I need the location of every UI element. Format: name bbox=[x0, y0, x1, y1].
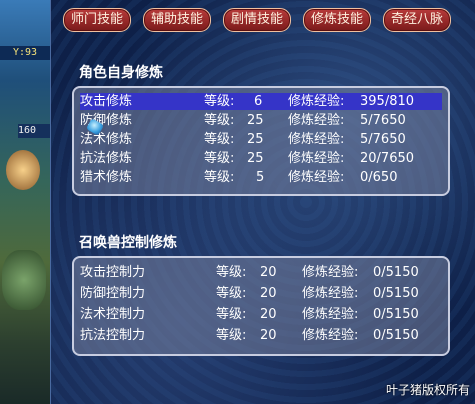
level-value: 20 bbox=[260, 328, 277, 343]
cultivation-name: 抗法控制力 bbox=[80, 328, 146, 343]
level-label: 等级: bbox=[216, 286, 247, 301]
list-item[interactable]: 攻击控制力 等级: 20 修炼经验: 0/5150 bbox=[80, 264, 442, 281]
exp-value: 0/5150 bbox=[373, 265, 419, 280]
tab-story-skills[interactable]: 剧情技能 bbox=[223, 8, 291, 32]
exp-label: 修炼经验: bbox=[288, 132, 345, 147]
tab-school-skills[interactable]: 师门技能 bbox=[63, 8, 131, 32]
exp-value: 20/7650 bbox=[360, 151, 415, 166]
exp-label: 修炼经验: bbox=[288, 151, 345, 166]
cultivation-name: 法术修炼 bbox=[80, 132, 133, 147]
level-label: 等级: bbox=[216, 328, 247, 343]
cultivation-name: 猎术修炼 bbox=[80, 170, 133, 185]
list-item[interactable]: 抗法控制力 等级: 20 修炼经验: 0/5150 bbox=[80, 327, 442, 344]
cultivation-name: 攻击控制力 bbox=[80, 265, 146, 280]
copyright-watermark: 叶子猪版权所有 bbox=[385, 383, 470, 397]
exp-label: 修炼经验: bbox=[288, 170, 345, 185]
list-item[interactable]: 法术控制力 等级: 20 修炼经验: 0/5150 bbox=[80, 306, 442, 323]
exp-label: 修炼经验: bbox=[302, 307, 359, 322]
exp-label: 修炼经验: bbox=[302, 265, 359, 280]
tab-meridian-skills[interactable]: 奇经八脉 bbox=[383, 8, 451, 32]
cultivation-name: 攻击修炼 bbox=[80, 94, 133, 109]
list-item[interactable]: 法术修炼 等级: 25 修炼经验: 5/7650 bbox=[80, 131, 442, 148]
list-item[interactable]: 猎术修炼 等级: 5 修炼经验: 0/650 bbox=[80, 169, 442, 186]
level-value: 6 bbox=[254, 94, 263, 109]
level-label: 等级: bbox=[204, 151, 235, 166]
level-value: 20 bbox=[260, 265, 277, 280]
level-label: 等级: bbox=[216, 307, 247, 322]
tab-cultivation-skills[interactable]: 修炼技能 bbox=[303, 8, 371, 32]
coordinate-label: Y:93 bbox=[0, 46, 50, 60]
level-value: 25 bbox=[247, 132, 264, 147]
list-item[interactable]: 防御控制力 等级: 20 修炼经验: 0/5150 bbox=[80, 285, 442, 302]
list-item[interactable]: 抗法修炼 等级: 25 修炼经验: 20/7650 bbox=[80, 150, 442, 167]
self-cultivation-title: 角色自身修炼 bbox=[79, 65, 163, 81]
pet-cultivation-list: 攻击控制力 等级: 20 修炼经验: 0/5150 防御控制力 等级: 20 修… bbox=[72, 256, 450, 356]
game-scene-strip: Y:93 160 bbox=[0, 0, 50, 404]
level-value: 25 bbox=[247, 113, 264, 128]
level-value: 5 bbox=[256, 170, 265, 185]
list-item[interactable]: 防御修炼 等级: 25 修炼经验: 5/7650 bbox=[80, 112, 442, 129]
skills-panel: 师门技能 辅助技能 剧情技能 修炼技能 奇经八脉 角色自身修炼 攻击修炼 等级:… bbox=[50, 0, 475, 404]
exp-label: 修炼经验: bbox=[288, 113, 345, 128]
cultivation-name: 抗法修炼 bbox=[80, 151, 133, 166]
level-label: 等级: bbox=[204, 94, 235, 109]
level-label: 等级: bbox=[204, 132, 235, 147]
exp-value: 0/650 bbox=[360, 170, 398, 185]
level-value: 20 bbox=[260, 307, 277, 322]
level-label: 等级: bbox=[204, 170, 235, 185]
level-value: 25 bbox=[247, 151, 264, 166]
level-label: 等级: bbox=[204, 113, 235, 128]
pet-cultivation-title: 召唤兽控制修炼 bbox=[79, 235, 177, 251]
level-label: 等级: bbox=[216, 265, 247, 280]
exp-value: 0/5150 bbox=[373, 286, 419, 301]
exp-value: 395/810 bbox=[360, 94, 415, 109]
cultivation-name: 防御控制力 bbox=[80, 286, 146, 301]
character-sprite bbox=[6, 150, 40, 190]
cultivation-name: 法术控制力 bbox=[80, 307, 146, 322]
scene-decoration bbox=[2, 250, 46, 310]
side-value: 160 bbox=[18, 124, 50, 138]
list-item[interactable]: 攻击修炼 等级: 6 修炼经验: 395/810 bbox=[80, 93, 442, 110]
exp-label: 修炼经验: bbox=[302, 286, 359, 301]
self-cultivation-list: 攻击修炼 等级: 6 修炼经验: 395/810 防御修炼 等级: 25 修炼经… bbox=[72, 86, 450, 196]
exp-value: 5/7650 bbox=[360, 113, 406, 128]
exp-value: 5/7650 bbox=[360, 132, 406, 147]
exp-label: 修炼经验: bbox=[288, 94, 345, 109]
level-value: 20 bbox=[260, 286, 277, 301]
exp-value: 0/5150 bbox=[373, 328, 419, 343]
exp-label: 修炼经验: bbox=[302, 328, 359, 343]
exp-value: 0/5150 bbox=[373, 307, 419, 322]
tab-assist-skills[interactable]: 辅助技能 bbox=[143, 8, 211, 32]
